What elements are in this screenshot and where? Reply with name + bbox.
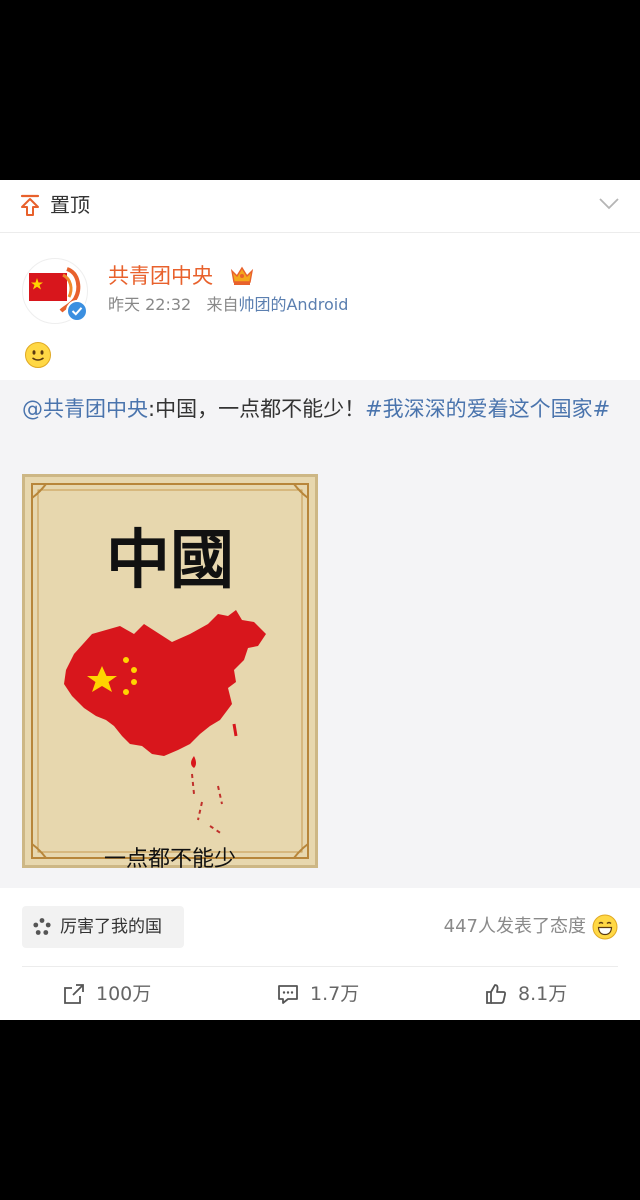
hashtag-link[interactable]: #我深深的爱着这个国家#	[365, 397, 610, 421]
pin-top-icon	[20, 194, 40, 216]
post-source[interactable]: 帅团的Android	[238, 295, 348, 314]
attitude-count[interactable]: 447人发表了态度	[444, 915, 586, 939]
like-count: 8.1万	[518, 983, 568, 1005]
repost-body: :中国，一点都不能少！	[148, 397, 366, 421]
repost-text: @共青团中央:中国，一点都不能少！#我深深的爱着这个国家#	[22, 392, 622, 427]
pinned-label: 置顶	[50, 193, 90, 217]
reposted-content[interactable]: @共青团中央:中国，一点都不能少！#我深深的爱着这个国家# 中國 一点都不能少	[0, 380, 640, 888]
share-icon	[64, 984, 84, 1004]
weibo-post-card: 置顶 共青团中央 昨天 22:32 来自帅团的Android @共青团中央:中国…	[0, 180, 640, 1020]
post-time: 昨天 22:32	[108, 295, 192, 314]
user-name[interactable]: 共青团中央	[108, 262, 213, 290]
pinned-bar: 置顶	[0, 180, 640, 233]
comment-button[interactable]: 1.7万	[276, 980, 386, 1008]
smile-emoji-icon	[25, 342, 51, 368]
attitude-button[interactable]: 厉害了我的国	[22, 906, 184, 948]
like-button[interactable]: 8.1万	[484, 980, 594, 1008]
verified-badge-icon	[66, 300, 88, 322]
chevron-down-icon[interactable]	[598, 197, 620, 211]
comment-count: 1.7万	[310, 983, 360, 1005]
repost-button[interactable]: 100万	[62, 980, 172, 1008]
map-title-text: 中國	[106, 523, 234, 598]
comment-icon	[278, 985, 298, 1004]
post-meta: 昨天 22:32 来自帅团的Android	[108, 294, 348, 316]
crown-icon[interactable]	[230, 264, 254, 286]
grin-emoji-icon[interactable]	[592, 914, 618, 940]
mention-link[interactable]: @共青团中央	[22, 397, 148, 421]
china-map-image[interactable]: 中國 一点都不能少	[22, 474, 318, 868]
attitude-label: 厉害了我的国	[60, 917, 162, 937]
source-prefix: 来自	[206, 295, 239, 314]
map-bottom-text: 一点都不能少	[104, 847, 236, 868]
repost-count: 100万	[96, 983, 152, 1005]
thumbs-up-icon	[486, 984, 506, 1004]
sparkle-icon	[33, 918, 51, 935]
divider	[22, 966, 618, 967]
